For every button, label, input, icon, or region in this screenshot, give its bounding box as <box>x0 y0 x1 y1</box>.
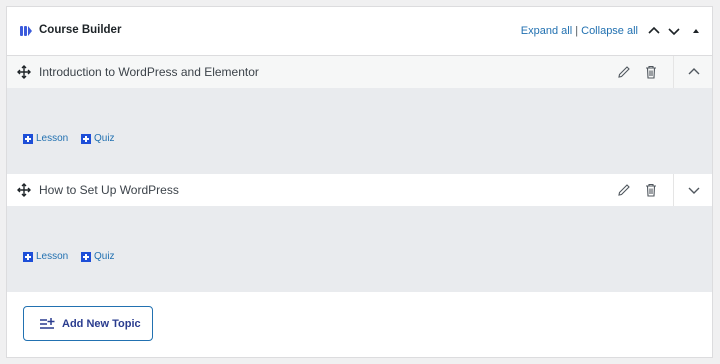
course-builder-header: Course Builder Expand all | Collapse all <box>7 7 712 56</box>
drag-move-icon[interactable] <box>17 65 31 79</box>
add-quiz-label: Quiz <box>94 251 115 262</box>
chevron-up-icon[interactable] <box>646 23 662 39</box>
topic-title: Introduction to WordPress and Elementor <box>39 65 259 79</box>
topic-body: Lesson Quiz <box>7 88 712 174</box>
add-lesson-label: Lesson <box>36 133 69 144</box>
topic-title: How to Set Up WordPress <box>39 183 179 197</box>
chevron-down-icon[interactable] <box>666 23 682 39</box>
add-new-topic-label: Add New Topic <box>62 318 141 330</box>
trash-icon[interactable] <box>643 64 659 80</box>
add-lesson-button[interactable]: Lesson <box>23 251 68 262</box>
course-builder-icon <box>20 26 32 36</box>
topic-row[interactable]: How to Set Up WordPress <box>7 174 712 206</box>
add-quiz-button[interactable]: Quiz <box>81 133 115 144</box>
page-title: Course Builder <box>39 24 122 36</box>
chevron-down-icon[interactable] <box>686 182 702 198</box>
expand-all-link[interactable]: Expand all <box>521 25 572 37</box>
add-quiz-label: Quiz <box>94 133 115 144</box>
row-divider <box>673 56 674 88</box>
add-new-topic-button[interactable]: Add New Topic <box>23 306 153 341</box>
drag-move-icon[interactable] <box>17 183 31 197</box>
list-plus-icon <box>40 318 55 329</box>
topic-row[interactable]: Introduction to WordPress and Elementor <box>7 56 712 88</box>
pencil-icon[interactable] <box>616 64 632 80</box>
plus-icon <box>81 251 91 262</box>
row-divider <box>673 174 674 206</box>
chevron-up-icon[interactable] <box>686 64 702 80</box>
add-quiz-button[interactable]: Quiz <box>81 251 115 262</box>
expand-collapse-links: Expand all | Collapse all <box>521 25 638 37</box>
course-builder-panel: Course Builder Expand all | Collapse all… <box>6 6 713 358</box>
topic-body: Lesson Quiz <box>7 206 712 292</box>
caret-up-icon[interactable] <box>688 23 704 39</box>
links-separator: | <box>572 25 582 37</box>
add-lesson-button[interactable]: Lesson <box>23 133 68 144</box>
plus-icon <box>23 133 33 144</box>
plus-icon <box>81 133 91 144</box>
trash-icon[interactable] <box>643 182 659 198</box>
add-lesson-label: Lesson <box>36 251 69 262</box>
collapse-all-link[interactable]: Collapse all <box>581 25 638 37</box>
plus-icon <box>23 251 33 262</box>
pencil-icon[interactable] <box>616 182 632 198</box>
